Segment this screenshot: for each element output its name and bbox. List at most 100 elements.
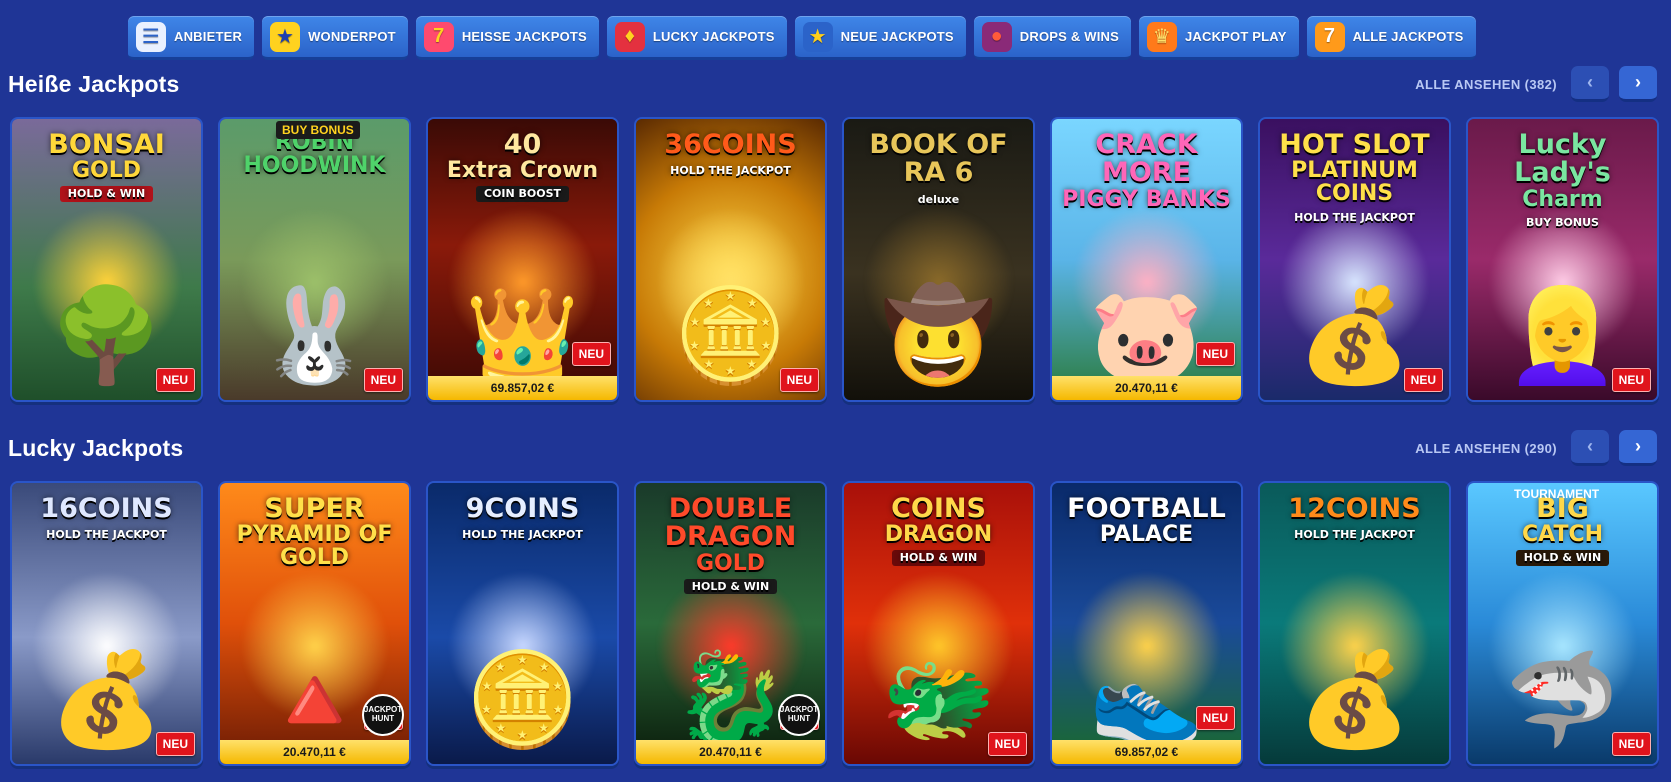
game-artwork: 🌳 BONSAI GOLD HOLD & WIN <box>12 119 201 400</box>
game-tile-9-coins[interactable]: 🪙 9COINS HOLD THE JACKPOT <box>426 481 619 766</box>
game-logo-line-1: Lucky Lady's <box>1514 129 1611 189</box>
jackpot-amount: 20.470,11 € <box>1052 376 1241 400</box>
game-tile-12-coins[interactable]: 💰 12COINS HOLD THE JACKPOT <box>1258 481 1451 766</box>
jackpot-amount: 20.470,11 € <box>220 740 409 764</box>
game-character-icon: 👟 <box>1089 649 1204 751</box>
chevron-right-icon: › <box>1635 72 1641 92</box>
game-logo-subtitle: HOLD THE JACKPOT <box>1294 528 1415 542</box>
carousel-next-button[interactable]: › <box>1619 66 1657 102</box>
game-tile-bonsai-gold[interactable]: 🌳 BONSAI GOLD HOLD & WIN NEU <box>10 117 203 402</box>
carousel-prev-button[interactable]: ‹ <box>1571 430 1609 466</box>
game-logo-line-2: Extra Crown <box>446 158 599 184</box>
game-tile-lucky-ladys-charm[interactable]: 👱‍♀️ Lucky Lady's Charm BUY BONUS NEU <box>1466 117 1659 402</box>
game-character-icon: 🤠 <box>881 285 996 387</box>
game-character-icon: 🐰 <box>257 285 372 387</box>
game-tile-extra-crown[interactable]: 👑 40 Extra Crown COIN BOOST 69.857,02 € NEU <box>426 117 619 402</box>
new-badge: NEU <box>1611 368 1651 392</box>
game-logo-line-2: PALACE <box>1099 522 1194 548</box>
chevron-right-icon: › <box>1635 436 1641 456</box>
game-logo-subtitle: HOLD & WIN <box>59 186 154 202</box>
game-artwork: 🦈 BIG CATCH HOLD & WIN <box>1468 483 1657 764</box>
game-logo: BONSAI GOLD HOLD & WIN <box>18 129 195 202</box>
jackpot-amount: 69.857,02 € <box>428 376 617 400</box>
game-artwork: 👱‍♀️ Lucky Lady's Charm BUY BONUS <box>1468 119 1657 400</box>
jackpot-pot-icon: ♛ <box>1146 21 1177 52</box>
nav-button-anbieter[interactable]: ☰ ANBIETER <box>128 16 255 60</box>
game-artwork: 💰 HOT SLOT PLATINUM COINS HOLD THE JACKPOT <box>1260 119 1449 400</box>
nav-button-label: JACKPOT PLAY <box>1184 29 1287 44</box>
game-logo-subtitle: HOLD & WIN <box>683 578 778 595</box>
game-logo-subtitle: HOLD THE JACKPOT <box>462 528 583 542</box>
game-logo-line-2: PIGGY BANKS <box>1062 186 1231 212</box>
nav-button-neue-jackpots[interactable]: ★ NEUE JACKPOTS <box>794 16 966 60</box>
game-logo-subtitle: COIN BOOST <box>475 186 570 202</box>
nav-button-drops-wins[interactable]: ● DROPS & WINS <box>973 16 1131 60</box>
game-tile-coins-of-dragon[interactable]: 🐲 COINS DRAGON HOLD & WIN NEU <box>842 481 1035 766</box>
game-tile-a-big-catch[interactable]: 🦈 BIG CATCH HOLD & WIN TOURNAMENT NEU <box>1466 481 1659 766</box>
game-logo-subtitle: deluxe <box>917 192 960 206</box>
section-header-lucky-jackpots: Lucky Jackpots ALLE ANSEHEN (290) ‹ › <box>8 430 1657 466</box>
game-character-icon: 🔺 <box>257 649 372 751</box>
game-tile-football-palace[interactable]: 👟 FOOTBALL PALACE 69.857,02 € NEU <box>1050 481 1243 766</box>
game-tile-super-pyramid-of-gold[interactable]: 🔺SUPERPYRAMID OF GOLD20.470,11 €NEUJACKP… <box>218 481 411 766</box>
new-badge: NEU <box>363 368 403 392</box>
section-title: Lucky Jackpots <box>8 434 184 461</box>
carousel-next-button[interactable]: › <box>1619 430 1657 466</box>
game-logo-line-1: 40 <box>503 129 542 160</box>
game-artwork: 💰 12COINS HOLD THE JACKPOT <box>1260 483 1449 764</box>
see-all-link[interactable]: ALLE ANSEHEN (382) <box>1415 77 1557 92</box>
game-logo: SUPER PYRAMID OF GOLD <box>226 494 403 569</box>
nav-button-heisse-jackpots[interactable]: 7 HEISSE JACKPOTS <box>415 16 599 60</box>
section-header-hot-jackpots: Heiße Jackpots ALLE ANSEHEN (382) ‹ › <box>8 66 1657 102</box>
nav-button-label: ANBIETER <box>174 29 243 44</box>
game-logo-subtitle: HOLD & WIN <box>1515 550 1610 566</box>
see-all-link[interactable]: ALLE ANSEHEN (290) <box>1415 441 1557 456</box>
game-character-icon: 🐲 <box>881 649 996 751</box>
game-character-icon: 🐉 <box>673 649 788 751</box>
game-logo-line-1: BONSAI <box>48 129 165 160</box>
game-logo: Lucky Lady's Charm BUY BONUS <box>1474 129 1651 230</box>
game-logo: HOT SLOT PLATINUM COINS HOLD THE JACKPOT <box>1266 130 1443 225</box>
nav-button-label: NEUE JACKPOTS <box>840 29 954 44</box>
game-logo-line-1: 12COINS <box>1288 493 1421 524</box>
game-logo-subtitle: HOLD THE JACKPOT <box>1294 210 1415 224</box>
section-title: Heiße Jackpots <box>8 70 180 97</box>
game-tile-16-coins[interactable]: 💰 16COINS HOLD THE JACKPOT NEU <box>10 481 203 766</box>
wonderpot-star-icon: ★ <box>270 21 301 52</box>
nav-button-label: DROPS & WINS <box>1019 29 1119 44</box>
chevron-left-icon: ‹ <box>1587 436 1593 456</box>
nav-button-lucky-jackpots[interactable]: ♦ LUCKY JACKPOTS <box>606 16 787 60</box>
game-tile-double-dragon-gold[interactable]: 🐉DOUBLE DRAGONGOLDHOLD & WIN20.470,11 €N… <box>634 481 827 766</box>
game-logo-subtitle: BUY BONUS <box>1526 215 1599 229</box>
game-tile-36-coins[interactable]: 🪙 36COINS HOLD THE JACKPOT NEU <box>634 117 827 402</box>
game-logo-line-1: 9COINS <box>465 493 580 524</box>
game-tile-crack-more-piggy-banks[interactable]: 🐷 CRACK MORE PIGGY BANKS 20.470,11 € NEU <box>1050 117 1243 402</box>
nav-button-jackpot-play[interactable]: ♛ JACKPOT PLAY <box>1138 16 1299 60</box>
game-artwork: 🐲 COINS DRAGON HOLD & WIN <box>844 483 1033 764</box>
game-character-icon: 🐷 <box>1089 285 1204 387</box>
game-logo: CRACK MORE PIGGY BANKS <box>1058 130 1235 212</box>
game-character-icon: 🪙 <box>465 649 580 751</box>
game-artwork: 🐰 ROBIN HOODWINK <box>220 119 409 400</box>
game-character-icon: 💰 <box>1297 285 1412 387</box>
nav-button-label: ALLE JACKPOTS <box>1352 29 1464 44</box>
game-tile-hot-slot-platinum-coins[interactable]: 💰 HOT SLOT PLATINUM COINS HOLD THE JACKPOT N… <box>1258 117 1451 402</box>
game-tile-robin-hoodwink[interactable]: 🐰 ROBIN HOODWINK BUY BONUS NEU <box>218 117 411 402</box>
nav-button-wonderpot[interactable]: ★ WONDERPOT <box>262 16 408 60</box>
game-logo-line-1: BOOK OF RA 6 <box>869 129 1008 189</box>
game-logo: BIG CATCH HOLD & WIN <box>1474 494 1651 566</box>
jackpot-hunt-badge: JACKPOT HUNT <box>778 694 820 736</box>
carousel-prev-button[interactable]: ‹ <box>1571 66 1609 102</box>
game-logo-line-2: GOLD <box>695 550 766 576</box>
game-top-badge: BUY BONUS <box>276 121 360 139</box>
category-nav: ☰ ANBIETER ★ WONDERPOT 7 HEISSE JACKPOTS ♦ LUCK… <box>128 16 1476 60</box>
nav-button-alle-jackpots[interactable]: 7 ALLE JACKPOTS <box>1306 16 1476 60</box>
game-logo: FOOTBALL PALACE <box>1058 494 1235 548</box>
game-logo-line-2: GOLD <box>71 158 142 184</box>
game-tile-book-of-ra[interactable]: 🤠 BOOK OF RA 6 deluxe <box>842 117 1035 402</box>
game-character-icon: 💰 <box>1297 649 1412 751</box>
game-logo-line-2: CATCH <box>1521 522 1604 548</box>
game-logo: 12COINS HOLD THE JACKPOT <box>1266 493 1443 543</box>
game-logo-line-1: COINS <box>891 493 986 524</box>
nav-button-label: WONDERPOT <box>308 29 396 44</box>
